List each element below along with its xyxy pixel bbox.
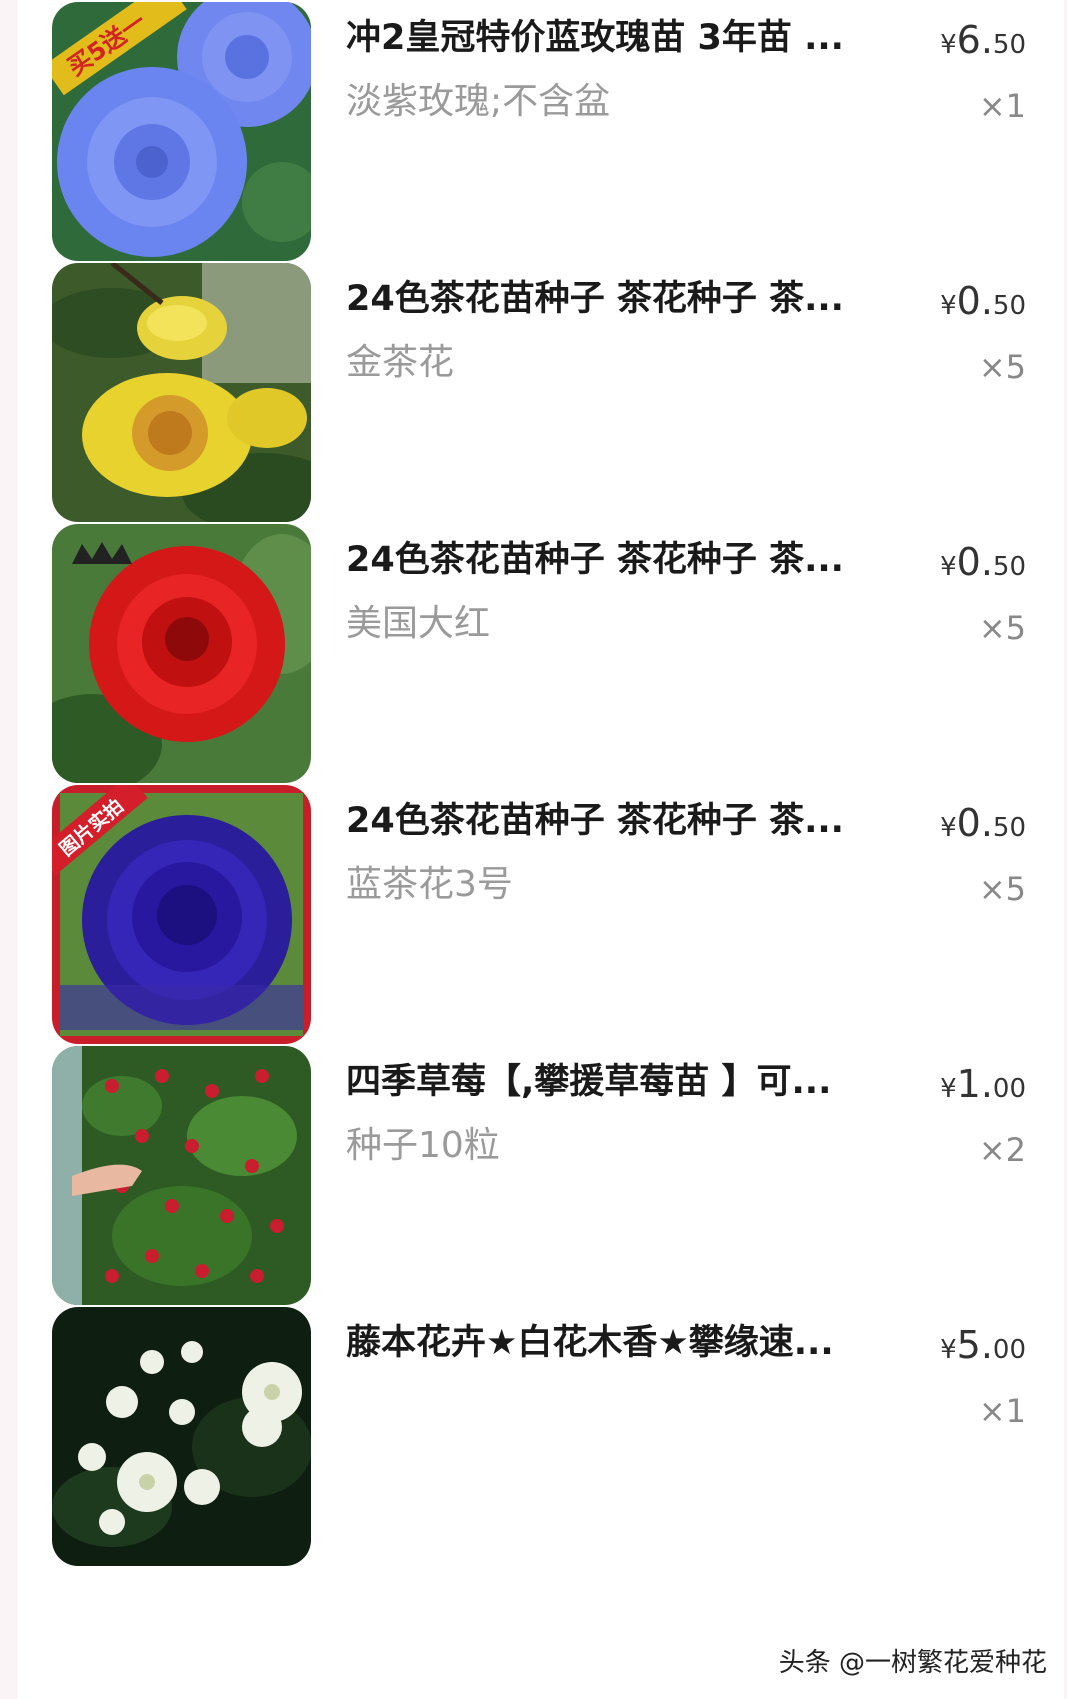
product-price: ¥0.50 bbox=[940, 279, 1026, 331]
product-price: ¥1.00 bbox=[940, 1062, 1026, 1114]
currency-symbol: ¥ bbox=[940, 813, 957, 843]
product-spec: 蓝茶花3号 bbox=[346, 864, 513, 905]
order-item[interactable]: 图片实拍 24色茶花苗种子 茶花种子 茶... 蓝茶花3号 ¥0.50 ×5 bbox=[18, 783, 1064, 1066]
currency-symbol: ¥ bbox=[940, 1074, 957, 1104]
product-image-strawberry[interactable] bbox=[52, 1046, 311, 1305]
order-item[interactable]: 藤本花卉★白花木香★攀缘速... ¥5.00 ×1 bbox=[18, 1305, 1064, 1588]
currency-symbol: ¥ bbox=[940, 1335, 957, 1365]
golden-camellia-photo bbox=[52, 263, 311, 522]
strawberry-plant-photo bbox=[52, 1046, 311, 1305]
price-integer: 6. bbox=[956, 18, 993, 62]
red-camellia-photo bbox=[52, 524, 311, 783]
price-decimal: 00 bbox=[992, 1335, 1026, 1365]
order-item[interactable]: 24色茶花苗种子 茶花种子 茶... 美国大红 ¥0.50 ×5 bbox=[18, 522, 1064, 805]
price-decimal: 00 bbox=[992, 1074, 1026, 1104]
blue-camellia-photo: 图片实拍 bbox=[52, 785, 311, 1044]
price-integer: 5. bbox=[956, 1323, 993, 1367]
product-title[interactable]: 冲2皇冠特价蓝玫瑰苗 3年苗 ... bbox=[346, 14, 911, 62]
product-spec: 金茶花 bbox=[346, 342, 455, 383]
product-spec: 种子10粒 bbox=[346, 1125, 500, 1166]
order-item[interactable]: 四季草莓【,攀援草莓苗 】可... 种子10粒 ¥1.00 ×2 bbox=[18, 1044, 1064, 1327]
product-quantity: ×1 bbox=[978, 87, 1026, 125]
product-quantity: ×2 bbox=[978, 1131, 1026, 1169]
product-quantity: ×5 bbox=[978, 609, 1026, 647]
product-quantity: ×5 bbox=[978, 870, 1026, 908]
currency-symbol: ¥ bbox=[940, 552, 957, 582]
order-items-card: 买5送一 冲2皇冠特价蓝玫瑰苗 3年苗 ... 淡紫玫瑰;不含盆 ¥6.50 ×… bbox=[18, 0, 1064, 1699]
product-quantity: ×1 bbox=[978, 1392, 1026, 1430]
price-integer: 0. bbox=[956, 540, 993, 584]
product-price: ¥0.50 bbox=[940, 540, 1026, 592]
product-title[interactable]: 24色茶花苗种子 茶花种子 茶... bbox=[346, 536, 911, 584]
product-spec: 淡紫玫瑰;不含盆 bbox=[346, 81, 611, 122]
price-decimal: 50 bbox=[992, 30, 1026, 60]
product-price: ¥0.50 bbox=[940, 801, 1026, 853]
product-title[interactable]: 24色茶花苗种子 茶花种子 茶... bbox=[346, 797, 911, 845]
order-item[interactable]: 24色茶花苗种子 茶花种子 茶... 金茶花 ¥0.50 ×5 bbox=[18, 261, 1064, 544]
product-image-blue-rose[interactable]: 买5送一 bbox=[52, 2, 311, 261]
product-price: ¥6.50 bbox=[940, 18, 1026, 70]
product-quantity: ×5 bbox=[978, 348, 1026, 386]
product-image-blue-camellia[interactable]: 图片实拍 bbox=[52, 785, 311, 1044]
price-decimal: 50 bbox=[992, 552, 1026, 582]
product-title[interactable]: 24色茶花苗种子 茶花种子 茶... bbox=[346, 275, 911, 323]
price-integer: 0. bbox=[956, 801, 993, 845]
currency-symbol: ¥ bbox=[940, 30, 957, 60]
product-price: ¥5.00 bbox=[940, 1323, 1026, 1375]
product-image-golden-camellia[interactable] bbox=[52, 263, 311, 522]
order-item[interactable]: 买5送一 冲2皇冠特价蓝玫瑰苗 3年苗 ... 淡紫玫瑰;不含盆 ¥6.50 ×… bbox=[18, 0, 1064, 283]
price-decimal: 50 bbox=[992, 813, 1026, 843]
price-integer: 0. bbox=[956, 279, 993, 323]
price-decimal: 50 bbox=[992, 291, 1026, 321]
white-banksia-rose-photo bbox=[52, 1307, 311, 1566]
product-image-red-camellia[interactable] bbox=[52, 524, 311, 783]
product-title[interactable]: 藤本花卉★白花木香★攀缘速... bbox=[346, 1319, 911, 1367]
product-image-white-banksia-rose[interactable] bbox=[52, 1307, 311, 1566]
currency-symbol: ¥ bbox=[940, 291, 957, 321]
watermark-text: 头条 @一树繁花爱种花 bbox=[778, 1648, 1047, 1678]
product-title[interactable]: 四季草莓【,攀援草莓苗 】可... bbox=[346, 1058, 911, 1106]
blue-rose-photo: 买5送一 bbox=[52, 2, 311, 261]
product-spec: 美国大红 bbox=[346, 603, 491, 644]
price-integer: 1. bbox=[956, 1062, 993, 1106]
